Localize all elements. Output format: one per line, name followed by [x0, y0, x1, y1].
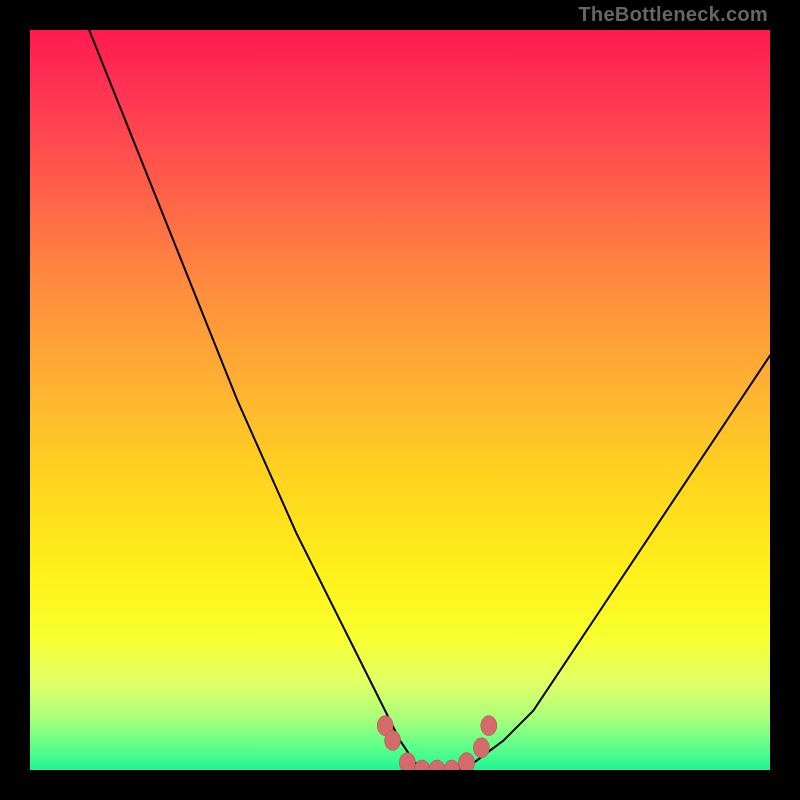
bottleneck-curve	[89, 30, 770, 770]
trough-marker	[385, 730, 401, 750]
trough-marker	[414, 760, 430, 770]
trough-marker	[444, 760, 460, 770]
plot-area	[30, 30, 770, 770]
watermark-text: TheBottleneck.com	[578, 4, 768, 27]
trough-marker	[399, 753, 415, 770]
trough-marker	[459, 753, 475, 770]
chart-frame: TheBottleneck.com	[0, 0, 800, 800]
trough-marker	[481, 716, 497, 736]
trough-marker	[473, 738, 489, 758]
markers-group	[377, 716, 497, 770]
trough-marker	[429, 760, 445, 770]
curve-svg	[30, 30, 770, 770]
